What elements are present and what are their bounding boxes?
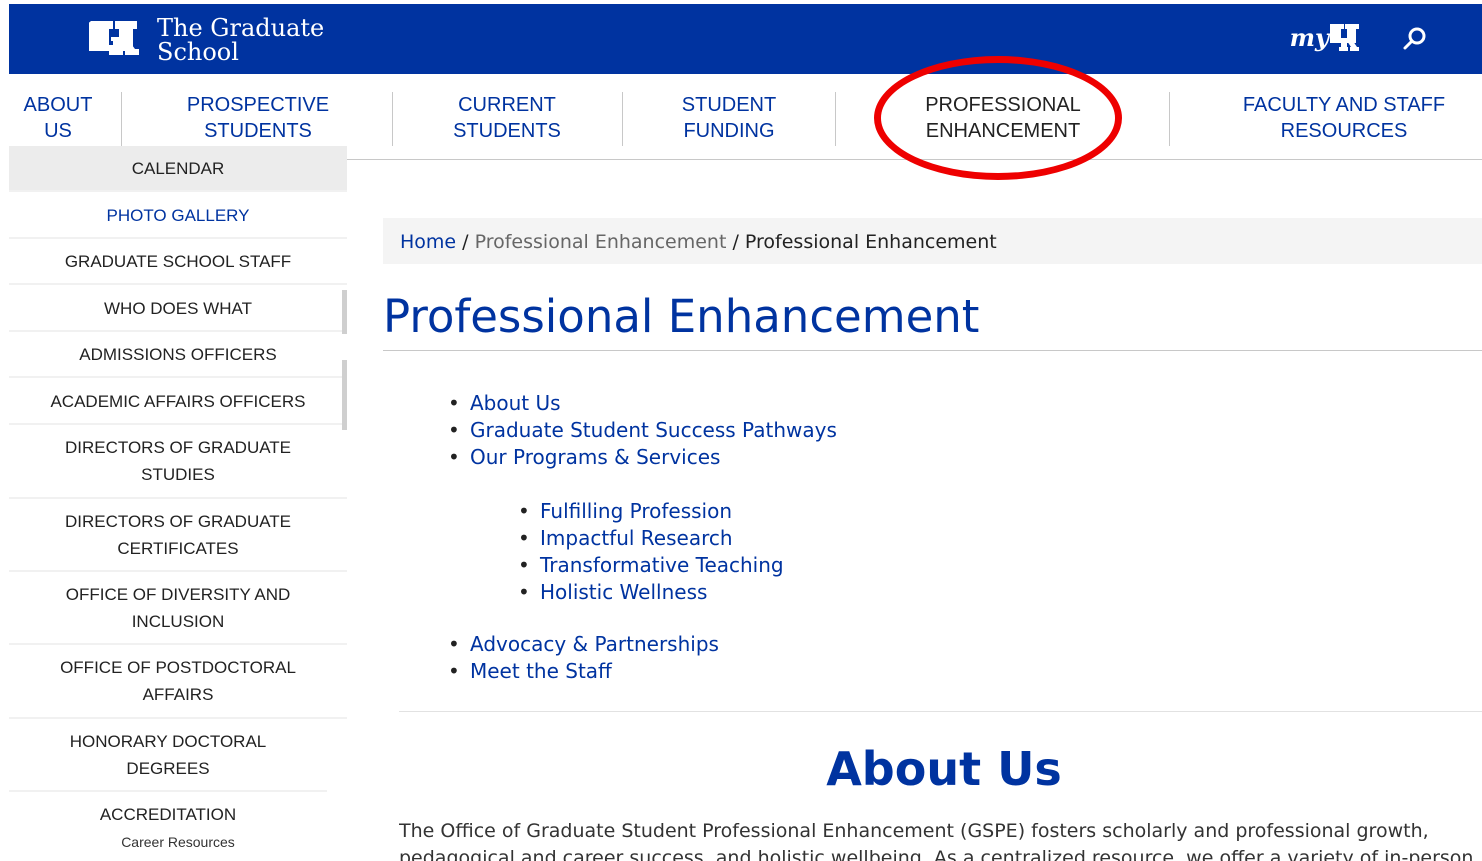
nav-student-funding[interactable]: STUDENT FUNDING <box>669 92 789 144</box>
page-links-list: About Us Graduate Student Success Pathwa… <box>448 390 837 471</box>
content-divider <box>399 711 1482 712</box>
nav-prospective-students[interactable]: PROSPECTIVE STUDENTS <box>179 92 337 144</box>
link-holistic-wellness[interactable]: Holistic Wellness <box>518 579 784 606</box>
link-advocacy-partnerships[interactable]: Advocacy & Partnerships <box>448 631 719 658</box>
nav-label: STUDENTS <box>453 120 561 142</box>
link-our-programs-services[interactable]: Our Programs & Services <box>448 444 837 471</box>
nav-label: FACULTY AND STAFF <box>1242 94 1446 116</box>
breadcrumb-separator: / <box>456 231 475 253</box>
sidebar-item-label: DEGREES <box>126 759 210 778</box>
sidebar-item-label: HONORARY DOCTORAL <box>69 732 267 751</box>
site-title-line1: The Graduate <box>157 14 325 42</box>
nav-about-us[interactable]: ABOUT US <box>17 92 99 144</box>
nav-label: FUNDING <box>683 120 775 142</box>
sidebar-item-office-postdoctoral-affairs[interactable]: OFFICE OF POSTDOCTORAL AFFAIRS <box>9 645 347 719</box>
link-meet-the-staff[interactable]: Meet the Staff <box>448 658 719 685</box>
nav-label: PROSPECTIVE <box>186 94 330 116</box>
link-fulfilling-profession[interactable]: Fulfilling Profession <box>518 498 784 525</box>
sidebar-item-office-diversity-inclusion[interactable]: OFFICE OF DIVERSITY AND INCLUSION <box>9 572 347 645</box>
link-impactful-research[interactable]: Impactful Research <box>518 525 784 552</box>
sidebar-item-directors-graduate-studies[interactable]: DIRECTORS OF GRADUATE STUDIES <box>9 425 347 499</box>
uk-logo-icon <box>81 17 151 63</box>
sidebar-item-label: ACADEMIC AFFAIRS OFFICERS <box>50 392 306 411</box>
sidebar-item-label: STUDIES <box>141 465 215 484</box>
nav-divider <box>392 92 393 146</box>
nav-divider <box>835 92 836 146</box>
sidebar-item-label: ADMISSIONS OFFICERS <box>79 345 277 364</box>
search-button[interactable] <box>1400 24 1430 54</box>
nav-label: STUDENTS <box>204 120 312 142</box>
sidebar-item-admissions-officers[interactable]: ADMISSIONS OFFICERS <box>9 332 347 378</box>
sidebar-item-label: PHOTO GALLERY <box>106 206 250 225</box>
nav-divider <box>121 92 122 146</box>
nav-label: PROFESSIONAL <box>925 94 1081 116</box>
about-us-paragraph: The Office of Graduate Student Professio… <box>399 818 1482 861</box>
nav-professional-enhancement[interactable]: PROFESSIONAL ENHANCEMENT <box>909 92 1097 144</box>
about-us-heading: About Us <box>826 742 1062 796</box>
site-header: The Graduate School my <box>9 4 1482 74</box>
sidebar-item-label: DIRECTORS OF GRADUATE <box>64 512 292 531</box>
sidebar-scrollbar-thumb[interactable] <box>342 360 347 430</box>
sidebar-item-who-does-what[interactable]: WHO DOES WHAT <box>9 285 347 332</box>
sidebar-item-label: WHO DOES WHAT <box>104 299 252 318</box>
link-transformative-teaching[interactable]: Transformative Teaching <box>518 552 784 579</box>
nav-divider <box>622 92 623 146</box>
breadcrumb-home-link[interactable]: Home <box>400 231 456 253</box>
programs-sublinks-list: Fulfilling Profession Impactful Research… <box>518 498 784 606</box>
nav-label: ENHANCEMENT <box>925 120 1081 142</box>
breadcrumb-current: Professional Enhancement <box>744 231 997 253</box>
myuk-prefix: my <box>1289 22 1329 52</box>
sidebar-item-label: AFFAIRS <box>142 685 214 704</box>
myuk-logo-icon <box>1329 18 1365 56</box>
title-divider <box>383 350 1482 351</box>
link-graduate-student-success-pathways[interactable]: Graduate Student Success Pathways <box>448 417 837 444</box>
sidebar-item-academic-affairs-officers[interactable]: ACADEMIC AFFAIRS OFFICERS <box>9 378 347 425</box>
sidebar-item-calendar[interactable]: CALENDAR <box>9 146 347 192</box>
sidebar-item-career-resources[interactable]: Career Resources <box>33 834 323 850</box>
breadcrumb-parent-link[interactable]: Professional Enhancement <box>475 231 727 253</box>
search-icon <box>1403 27 1426 50</box>
about-us-dropdown: CALENDAR PHOTO GALLERY GRADUATE SCHOOL S… <box>9 146 347 861</box>
about-us-text-line: pedagogical and career success, and holi… <box>399 847 1474 861</box>
sidebar-item-label: CALENDAR <box>131 159 225 178</box>
sidebar-item-label: INCLUSION <box>131 612 225 631</box>
page-links-list-2: Advocacy & Partnerships Meet the Staff <box>448 631 719 685</box>
sidebar-item-label: OFFICE OF POSTDOCTORAL <box>60 658 296 677</box>
sidebar-item-photo-gallery[interactable]: PHOTO GALLERY <box>9 192 347 239</box>
link-about-us[interactable]: About Us <box>448 390 837 417</box>
myuk-link[interactable]: my <box>1290 18 1365 56</box>
about-us-text-line: The Office of Graduate Student Professio… <box>399 820 1429 842</box>
site-title-line2: School <box>157 38 239 66</box>
nav-label: US <box>44 120 72 142</box>
nav-current-students[interactable]: CURRENT STUDENTS <box>441 92 573 144</box>
nav-label: RESOURCES <box>1280 120 1408 142</box>
nav-divider <box>1169 92 1170 146</box>
page-title: Professional Enhancement <box>383 290 980 343</box>
sidebar-item-label: CERTIFICATES <box>117 539 239 558</box>
site-logo[interactable]: The Graduate School <box>81 14 325 66</box>
nav-label: STUDENT <box>681 94 777 116</box>
sidebar-item-label: DIRECTORS OF GRADUATE <box>64 438 292 457</box>
sidebar-scrollbar-thumb[interactable] <box>342 290 347 334</box>
sidebar-item-label: OFFICE OF DIVERSITY AND <box>65 585 291 604</box>
sidebar-item-honorary-doctoral-degrees[interactable]: HONORARY DOCTORAL DEGREES <box>9 719 327 792</box>
breadcrumb-separator: / <box>726 231 745 253</box>
nav-label: ABOUT <box>23 94 93 116</box>
sidebar-item-graduate-school-staff[interactable]: GRADUATE SCHOOL STAFF <box>9 239 347 285</box>
sidebar-item-label: ACCREDITATION <box>99 805 237 824</box>
nav-label: CURRENT <box>458 94 556 116</box>
breadcrumb: Home / Professional Enhancement / Profes… <box>383 218 1482 264</box>
sidebar-item-directors-graduate-certificates[interactable]: DIRECTORS OF GRADUATE CERTIFICATES <box>9 499 347 572</box>
sidebar-item-accreditation[interactable]: ACCREDITATION <box>9 792 327 838</box>
nav-faculty-staff-resources[interactable]: FACULTY AND STAFF RESOURCES <box>1229 92 1459 144</box>
sidebar-item-label: GRADUATE SCHOOL STAFF <box>64 252 292 271</box>
